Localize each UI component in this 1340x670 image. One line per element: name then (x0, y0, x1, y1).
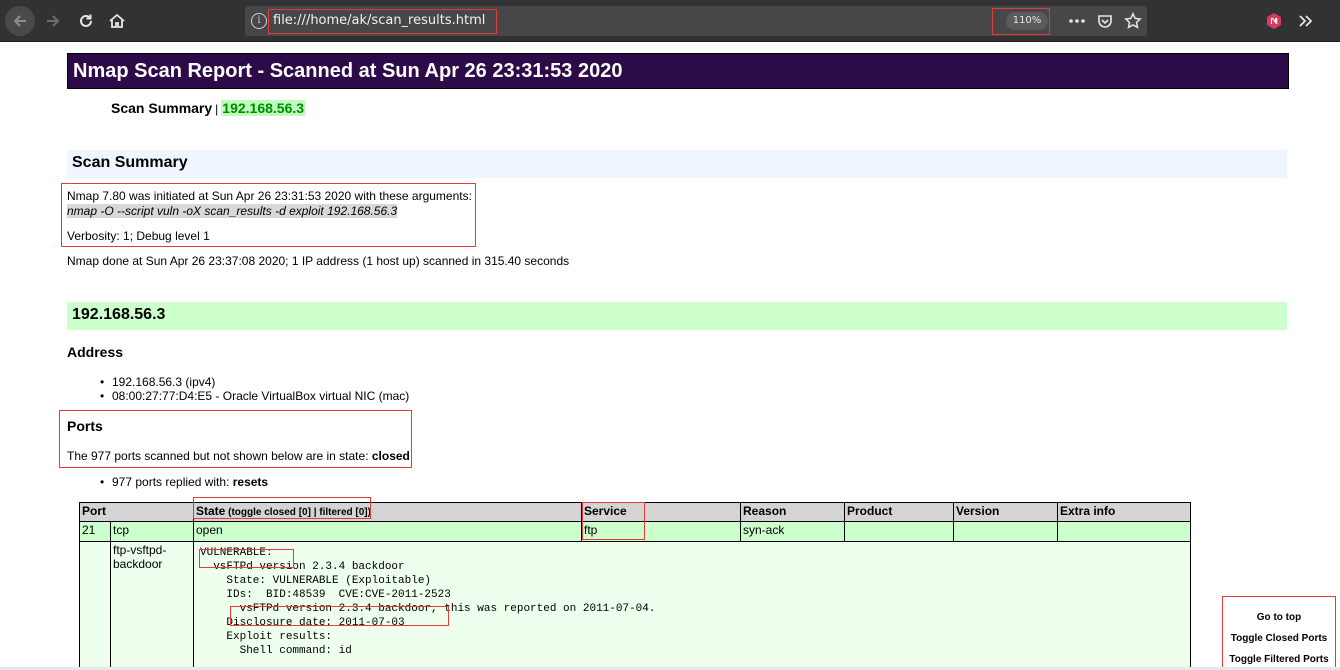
highlight-ports (59, 410, 412, 468)
col-header-extra: Extra info (1057, 502, 1191, 522)
address-heading: Address (67, 344, 124, 360)
highlight-url (268, 9, 497, 34)
cell-state: open (193, 521, 582, 542)
highlight-arguments (61, 183, 476, 247)
info-icon[interactable]: i (251, 13, 267, 29)
col-header-product: Product (844, 502, 954, 522)
scan-done-text: Nmap done at Sun Apr 26 23:37:08 2020; 1… (67, 254, 570, 268)
bookmark-button[interactable] (1121, 9, 1145, 33)
nav-separator: | (215, 102, 219, 116)
reset-ports-item: 977 ports replied with: resets (100, 475, 268, 489)
cell-product (844, 521, 954, 542)
script-output-text: VULNERABLE: vsFTPd version 2.3.4 backdoo… (200, 547, 656, 657)
go-to-top-link[interactable]: Go to top (1223, 612, 1335, 623)
address-ipv4: 192.168.56.3 (ipv4) (100, 375, 215, 389)
reset-prefix: 977 ports replied with: (112, 475, 233, 489)
more-actions-button[interactable] (1065, 9, 1089, 33)
floating-menu: Go to top Toggle Closed Ports Toggle Fil… (1222, 596, 1336, 670)
highlight-vulnerable (199, 549, 294, 568)
more-actions-icon (1069, 19, 1085, 23)
col-header-port: Port (79, 502, 194, 522)
host-heading: 192.168.56.3 (67, 302, 1287, 330)
col-header-version: Version (953, 502, 1058, 522)
scan-summary-heading: Scan Summary (67, 150, 1287, 178)
reload-button[interactable] (72, 7, 100, 35)
back-arrow-icon (13, 15, 26, 27)
highlight-state-header (193, 497, 371, 519)
bookmark-star-icon (1124, 12, 1142, 29)
cell-protocol: tcp (110, 521, 194, 542)
address-mac: 08:00:27:77:D4:E5 - Oracle VirtualBox vi… (100, 389, 409, 403)
cell-reason: syn-ack (740, 521, 845, 542)
pocket-button[interactable] (1093, 9, 1117, 33)
overflow-menu-button[interactable] (1292, 7, 1320, 35)
back-button[interactable] (5, 6, 35, 36)
cell-extra (1057, 521, 1191, 542)
nav-host-link[interactable]: 192.168.56.3 (221, 100, 306, 116)
toggle-filtered-ports-link[interactable]: Toggle Filtered Ports (1223, 654, 1335, 665)
home-icon (109, 13, 125, 28)
forward-arrow-icon (47, 15, 60, 27)
forward-button[interactable] (39, 7, 67, 35)
top-navigation: Scan Summary | 192.168.56.3 (111, 100, 306, 116)
home-button[interactable] (103, 7, 131, 35)
cell-script-id: ftp-vsftpd-backdoor (110, 541, 194, 670)
highlight-service (582, 502, 645, 540)
browser-toolbar: i file:///home/ak/scan_results.html 110% (0, 0, 1340, 42)
highlight-backdoor-note (230, 606, 449, 626)
highlight-zoom (992, 8, 1050, 35)
col-header-reason: Reason (740, 502, 845, 522)
report-title: Nmap Scan Report - Scanned at Sun Apr 26… (67, 53, 1289, 89)
cell-port: 21 (79, 521, 111, 542)
toggle-closed-ports-link[interactable]: Toggle Closed Ports (1223, 633, 1335, 644)
overflow-chevrons-icon (1299, 15, 1313, 27)
extension-icon (1267, 13, 1281, 29)
cell-blank (79, 541, 111, 670)
nav-scan-summary-link[interactable]: Scan Summary (111, 100, 212, 116)
cell-version (953, 521, 1058, 542)
pocket-icon (1098, 15, 1112, 28)
reload-icon (80, 14, 92, 27)
reset-value: resets (232, 475, 269, 489)
extension-button[interactable] (1260, 7, 1288, 35)
